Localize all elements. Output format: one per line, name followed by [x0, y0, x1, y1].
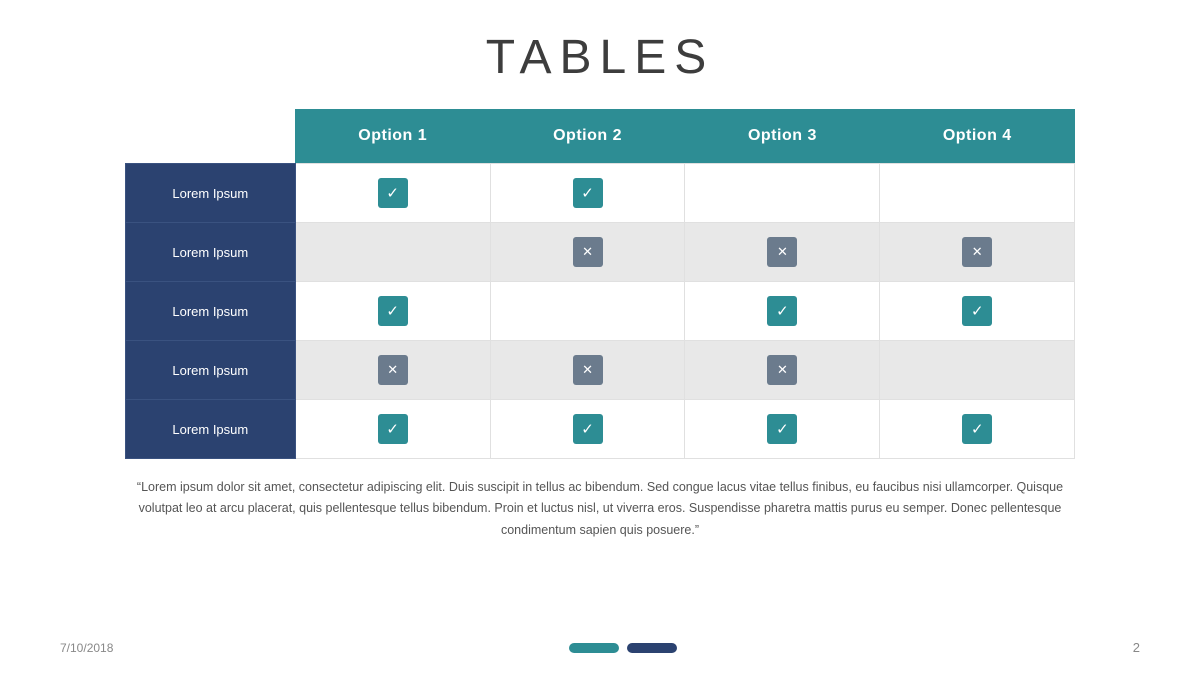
footer-date: 7/10/2018 [60, 641, 113, 655]
row-label: Lorem Ipsum [125, 400, 295, 459]
table-cell: ✓ [490, 400, 685, 459]
cross-icon: ✕ [962, 237, 992, 267]
check-icon: ✓ [962, 296, 992, 326]
table-cell [295, 223, 490, 282]
table-row: Lorem Ipsum ✕ ✕ ✕ [125, 223, 1074, 282]
table-cell: ✕ [880, 223, 1075, 282]
check-icon: ✓ [378, 296, 408, 326]
quote-text: “Lorem ipsum dolor sit amet, consectetur… [125, 477, 1075, 541]
row-label: Lorem Ipsum [125, 223, 295, 282]
table-cell: ✕ [295, 341, 490, 400]
check-icon: ✓ [378, 178, 408, 208]
table-cell: ✓ [490, 164, 685, 223]
page-dot-1 [569, 643, 619, 653]
table-cell: ✓ [685, 282, 880, 341]
page-dot-2 [627, 643, 677, 653]
row-label: Lorem Ipsum [125, 282, 295, 341]
row-label: Lorem Ipsum [125, 164, 295, 223]
page-title: TABLES [486, 30, 715, 85]
check-icon: ✓ [573, 178, 603, 208]
table-cell: ✓ [295, 282, 490, 341]
header-empty [125, 109, 295, 164]
footer-pagination [569, 643, 677, 653]
table-row: Lorem Ipsum ✓ ✓ ✓ ✓ [125, 400, 1074, 459]
header-option4: Option 4 [880, 109, 1075, 164]
cross-icon: ✕ [573, 237, 603, 267]
table-cell [490, 282, 685, 341]
table-cell: ✓ [880, 400, 1075, 459]
table-cell [880, 341, 1075, 400]
quote-section: “Lorem ipsum dolor sit amet, consectetur… [125, 477, 1075, 541]
check-icon: ✓ [378, 414, 408, 444]
table-cell: ✕ [490, 341, 685, 400]
footer: 7/10/2018 2 [60, 640, 1140, 655]
table-cell: ✕ [490, 223, 685, 282]
table-cell [880, 164, 1075, 223]
comparison-table: Option 1 Option 2 Option 3 Option 4 Lore… [125, 109, 1075, 459]
table-row: Lorem Ipsum ✓ ✓ [125, 164, 1074, 223]
table-wrapper: Option 1 Option 2 Option 3 Option 4 Lore… [60, 109, 1140, 459]
table-cell: ✓ [880, 282, 1075, 341]
check-icon: ✓ [767, 414, 797, 444]
check-icon: ✓ [962, 414, 992, 444]
cross-icon: ✕ [767, 355, 797, 385]
check-icon: ✓ [573, 414, 603, 444]
header-option3: Option 3 [685, 109, 880, 164]
header-option2: Option 2 [490, 109, 685, 164]
table-header-row: Option 1 Option 2 Option 3 Option 4 [125, 109, 1074, 164]
table-cell [685, 164, 880, 223]
table-row: Lorem Ipsum ✕ ✕ ✕ [125, 341, 1074, 400]
cross-icon: ✕ [378, 355, 408, 385]
header-option1: Option 1 [295, 109, 490, 164]
table-row: Lorem Ipsum ✓ ✓ ✓ [125, 282, 1074, 341]
cross-icon: ✕ [767, 237, 797, 267]
check-icon: ✓ [767, 296, 797, 326]
row-label: Lorem Ipsum [125, 341, 295, 400]
table-cell: ✕ [685, 223, 880, 282]
table-cell: ✓ [295, 164, 490, 223]
cross-icon: ✕ [573, 355, 603, 385]
footer-page-number: 2 [1133, 640, 1140, 655]
slide: TABLES Option 1 Option 2 Option 3 Option… [0, 0, 1200, 675]
table-cell: ✓ [295, 400, 490, 459]
table-cell: ✕ [685, 341, 880, 400]
table-cell: ✓ [685, 400, 880, 459]
